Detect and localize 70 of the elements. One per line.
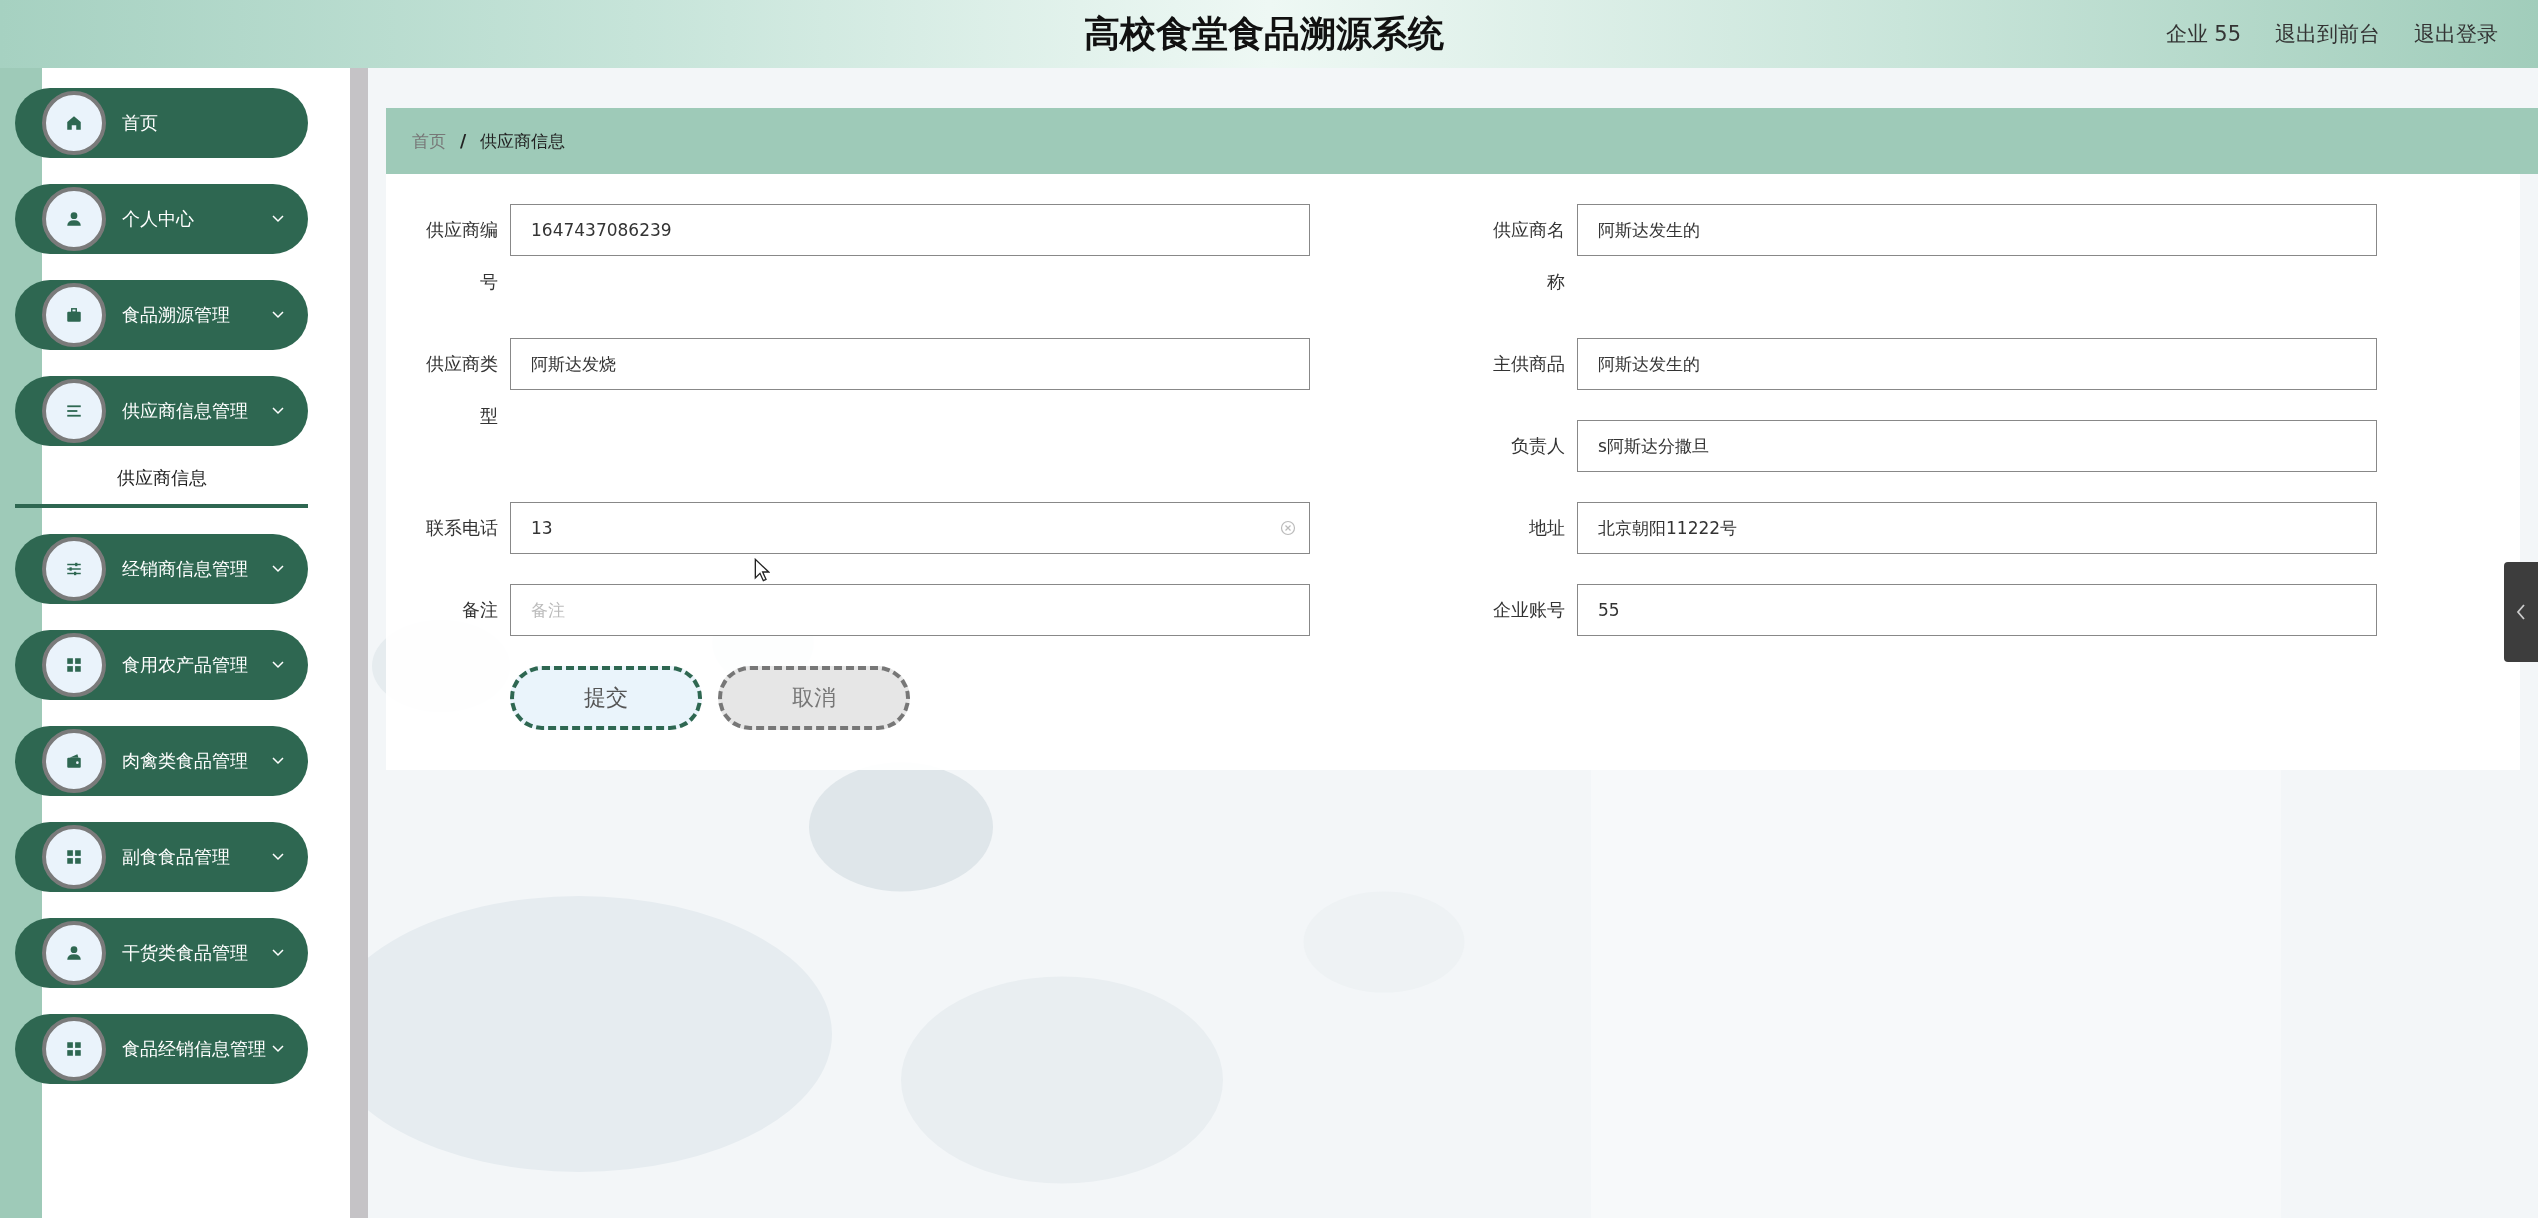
chevron-down-icon xyxy=(272,215,284,223)
menu-label: 首页 xyxy=(122,111,158,135)
input-field[interactable]: 阿斯达发生的 xyxy=(1577,338,2377,390)
chevron-down-icon xyxy=(272,757,284,765)
collapse-handle[interactable] xyxy=(2504,562,2538,662)
menu-item[interactable]: 干货类食品管理 xyxy=(15,918,308,988)
header-link[interactable]: 退出到前台 xyxy=(2275,20,2380,48)
chevron-down-icon xyxy=(272,853,284,861)
wallet-icon xyxy=(65,752,83,770)
chevron-down-icon xyxy=(272,311,284,319)
header-link[interactable]: 退出登录 xyxy=(2414,20,2498,48)
menu-label: 食品溯源管理 xyxy=(122,303,230,327)
input-field[interactable]: 13 xyxy=(510,502,1310,554)
menu-label: 副食食品管理 xyxy=(122,845,230,869)
menu-item[interactable]: 副食食品管理 xyxy=(15,822,308,892)
mouse-pointer-icon xyxy=(754,558,770,582)
menu-label: 个人中心 xyxy=(122,207,194,231)
field-label: 联系电话 xyxy=(425,516,499,540)
menu-item[interactable]: 供应商信息管理 xyxy=(15,376,308,446)
menu-label: 干货类食品管理 xyxy=(122,941,248,965)
person-icon xyxy=(65,210,83,228)
menu-item[interactable]: 肉禽类食品管理 xyxy=(15,726,308,796)
grid-icon xyxy=(65,1040,83,1058)
input-field[interactable]: 55 xyxy=(1577,584,2377,636)
chevron-down-icon xyxy=(272,565,284,573)
field-label: 企业账号 xyxy=(1492,598,1566,622)
chevron-down-icon xyxy=(272,661,284,669)
menu-item[interactable]: 食品溯源管理 xyxy=(15,280,308,350)
input-field[interactable]: 阿斯达发生的 xyxy=(1577,204,2377,256)
field-label: 备注 xyxy=(461,598,499,622)
person-icon xyxy=(65,944,83,962)
breadcrumb-separator: / xyxy=(460,131,467,151)
menu-item[interactable]: 经销商信息管理 xyxy=(15,534,308,604)
submenu-item[interactable]: 供应商信息 xyxy=(15,452,308,508)
field-label: 供应商名称 xyxy=(1492,218,1566,294)
briefcase-icon xyxy=(65,306,83,324)
chevron-left-icon xyxy=(2516,604,2526,620)
input-field[interactable]: 阿斯达发烧 xyxy=(510,338,1310,390)
grid-icon xyxy=(65,656,83,674)
menu-item[interactable]: 食用农产品管理 xyxy=(15,630,308,700)
menu-item[interactable]: 个人中心 xyxy=(15,184,308,254)
home-icon xyxy=(65,114,83,132)
menu-item[interactable]: 首页 xyxy=(15,88,308,158)
cancel-button[interactable]: 取消 xyxy=(718,666,910,730)
system-title: 高校食堂食品溯源系统 xyxy=(1084,11,1444,56)
field-label: 负责人 xyxy=(1510,434,1566,458)
field-label: 主供商品 xyxy=(1492,352,1566,376)
field-label: 供应商编号 xyxy=(425,218,499,294)
clear-icon[interactable] xyxy=(1280,520,1296,536)
input-field[interactable]: 1647437086239 xyxy=(510,204,1310,256)
header-link[interactable]: 企业 55 xyxy=(2165,20,2241,48)
field-label: 地址 xyxy=(1528,516,1566,540)
menu-label: 经销商信息管理 xyxy=(122,557,248,581)
submit-button[interactable]: 提交 xyxy=(510,666,702,730)
menu-label: 食品经销信息管理 xyxy=(122,1037,266,1061)
input-field[interactable]: 北京朝阳11222号 xyxy=(1577,502,2377,554)
sliders-icon xyxy=(65,560,83,578)
chevron-down-icon xyxy=(272,1045,284,1053)
menu-label: 供应商信息管理 xyxy=(122,399,248,423)
chevron-down-icon xyxy=(272,949,284,957)
menu-label: 肉禽类食品管理 xyxy=(122,749,248,773)
chevron-down-icon xyxy=(272,407,284,415)
input-field[interactable]: 备注 xyxy=(510,584,1310,636)
field-label: 供应商类型 xyxy=(425,352,499,428)
breadcrumb-item: 供应商信息 xyxy=(480,129,566,153)
grid-icon xyxy=(65,848,83,866)
menu-label: 食用农产品管理 xyxy=(122,653,248,677)
input-field[interactable]: s阿斯达分撒旦 xyxy=(1577,420,2377,472)
list-icon xyxy=(65,402,83,420)
menu-item[interactable]: 食品经销信息管理 xyxy=(15,1014,308,1084)
